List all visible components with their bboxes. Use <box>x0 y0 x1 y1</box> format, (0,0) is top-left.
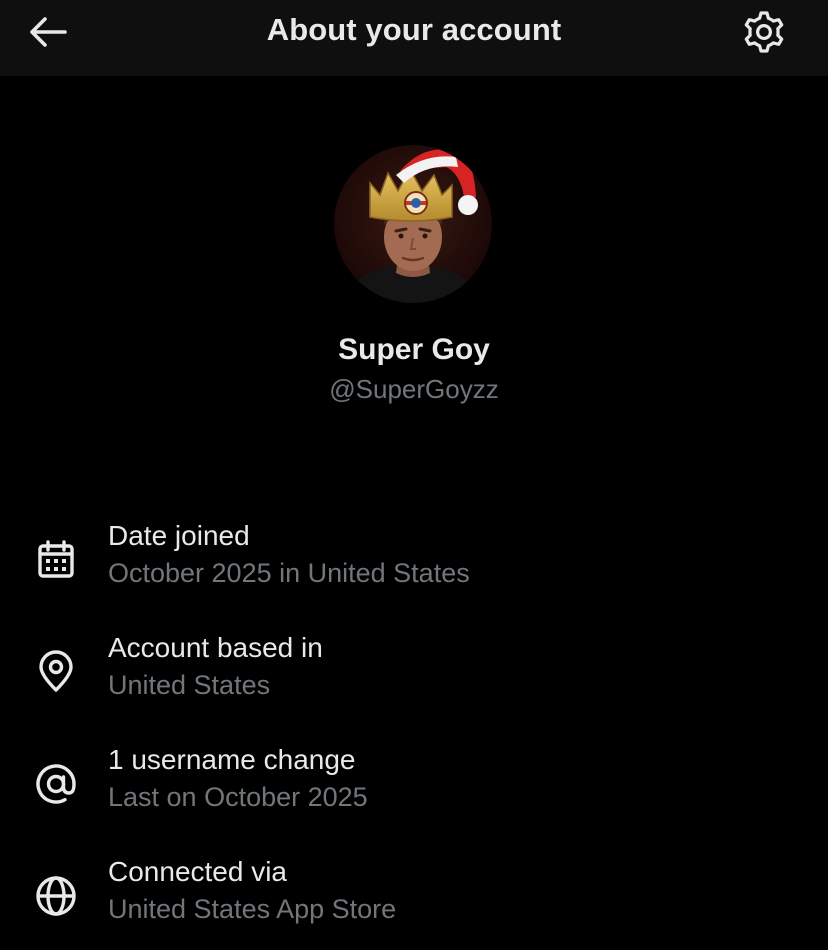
at-sign-icon <box>36 764 76 804</box>
settings-button[interactable] <box>738 8 790 56</box>
connected-via-label: Connected via <box>108 856 288 887</box>
date-joined-label: Date joined <box>108 520 250 551</box>
connected-via-value: United States App Store <box>108 894 397 924</box>
account-based-in-label: Account based in <box>108 632 323 663</box>
page-title: About your account <box>266 12 562 47</box>
location-pin-icon <box>39 650 73 692</box>
info-row-username-change: 1 username change Last on October 2025 <box>0 744 828 834</box>
username-handle: @SuperGoyzz <box>329 374 499 404</box>
info-row-account-based-in: Account based in United States <box>0 632 828 722</box>
calendar-icon <box>38 540 74 578</box>
date-joined-value: October 2025 in United States <box>108 558 470 588</box>
globe-icon <box>36 876 76 916</box>
info-row-date-joined: Date joined October 2025 in United State… <box>0 520 828 610</box>
gear-icon <box>744 11 784 53</box>
info-row-connected-via: Connected via United States App Store <box>0 856 828 946</box>
display-name: Super Goy <box>338 333 490 366</box>
avatar[interactable] <box>334 145 492 303</box>
username-change-label: 1 username change <box>108 744 356 775</box>
profile-photo <box>334 145 492 303</box>
username-change-value: Last on October 2025 <box>108 782 368 812</box>
account-based-in-value: United States <box>108 670 271 700</box>
top-app-bar: About your account <box>0 0 828 76</box>
